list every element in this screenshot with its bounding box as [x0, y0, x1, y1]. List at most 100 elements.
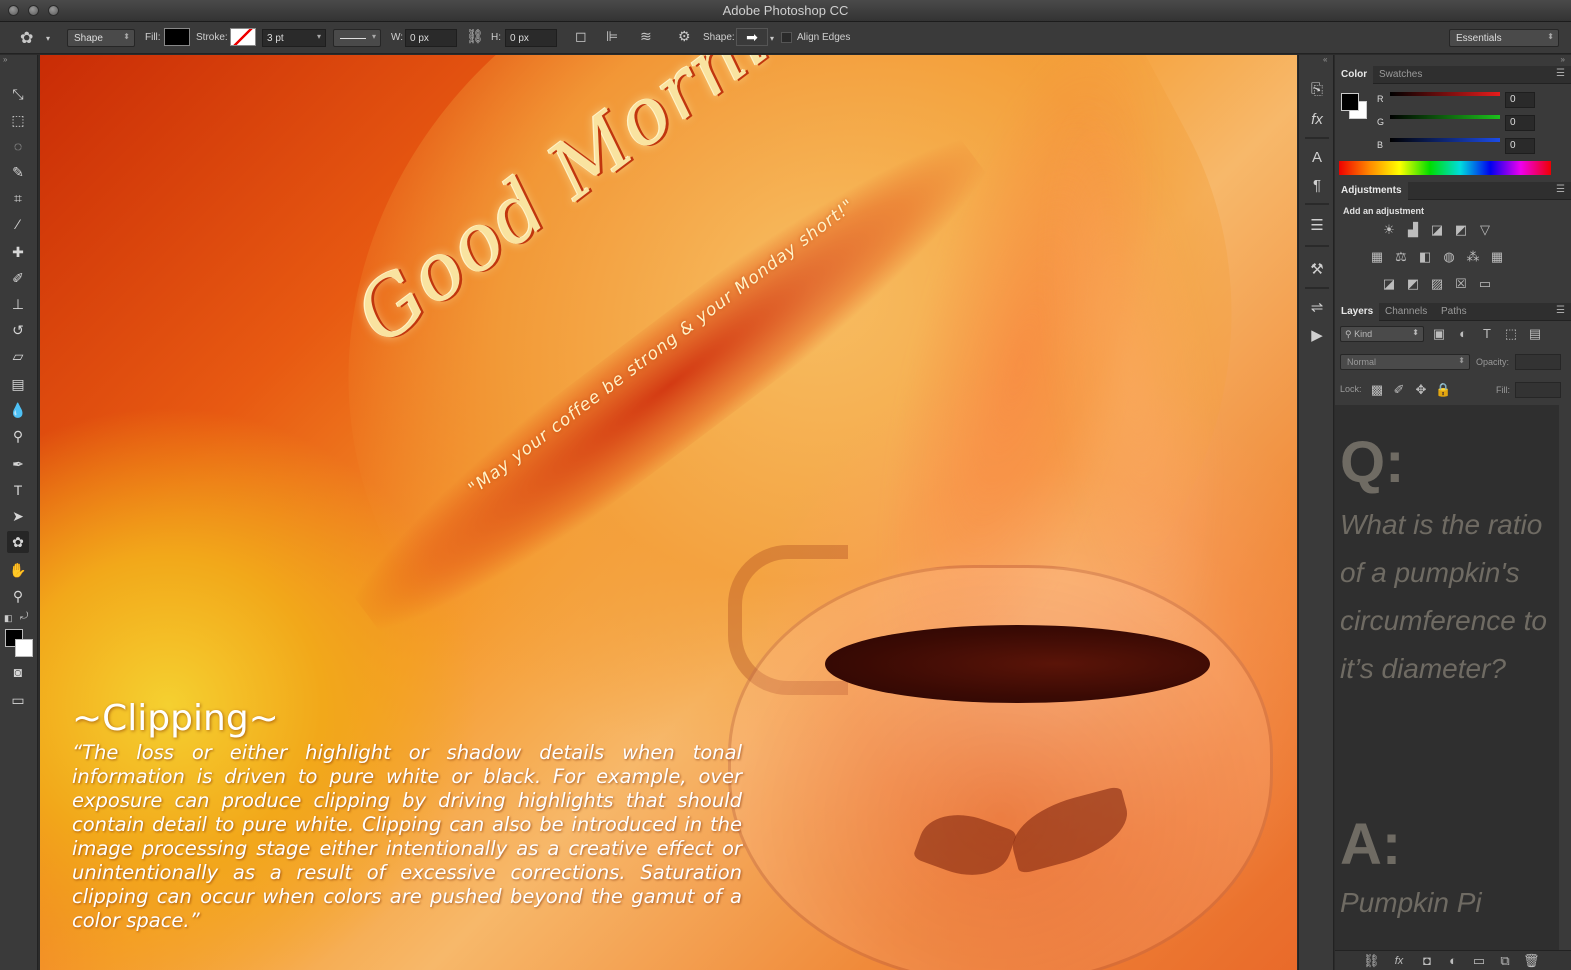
workspace-select[interactable]: Essentials ⬍: [1449, 29, 1559, 47]
color-panel-menu-icon[interactable]: ☰: [1556, 68, 1565, 79]
tab-adjustments[interactable]: Adjustments: [1335, 182, 1408, 200]
color-foreground-swatch[interactable]: [1341, 93, 1359, 111]
zoom-tool-icon[interactable]: ⚲: [7, 585, 29, 607]
pen-tool-icon[interactable]: ✒: [7, 453, 29, 475]
tab-swatches[interactable]: Swatches: [1373, 66, 1428, 84]
character-panel-icon[interactable]: A: [1306, 147, 1328, 169]
layers-panel-menu-icon[interactable]: ☰: [1556, 305, 1565, 316]
link-icon[interactable]: ⛓: [466, 28, 484, 45]
move-tool-icon[interactable]: ⤡: [7, 83, 29, 105]
color-balance-icon[interactable]: ⚖: [1393, 250, 1409, 264]
path-operations-icon[interactable]: ◻: [575, 28, 587, 45]
fill-opacity-field[interactable]: [1515, 382, 1561, 398]
quick-selection-tool-icon[interactable]: ✎: [7, 161, 29, 183]
brush-presets-panel-icon[interactable]: ⚒: [1306, 259, 1328, 281]
styles-panel-icon[interactable]: fx: [1306, 109, 1328, 131]
custom-shape-tool-icon[interactable]: ✿: [7, 531, 29, 553]
invert-icon[interactable]: ◪: [1381, 277, 1397, 291]
gradient-map-icon[interactable]: ▭: [1477, 277, 1493, 291]
eyedropper-tool-icon[interactable]: ⁄: [7, 213, 29, 235]
collapse-panels-icon[interactable]: «: [1323, 55, 1327, 64]
type-tool-icon[interactable]: T: [7, 479, 29, 501]
blend-mode-select[interactable]: Normal ⬍: [1340, 354, 1470, 370]
levels-icon[interactable]: ▟: [1405, 223, 1421, 237]
green-value-field[interactable]: 0: [1505, 115, 1535, 131]
photo-filter-icon[interactable]: ◍: [1441, 250, 1457, 264]
collapse-dock-icon[interactable]: »: [1561, 55, 1565, 64]
new-layer-icon[interactable]: ⧉: [1497, 954, 1513, 968]
adjustments-panel-menu-icon[interactable]: ☰: [1556, 184, 1565, 195]
align-edges-checkbox[interactable]: [781, 32, 792, 43]
preset-picker-arrow-icon[interactable]: ▾: [46, 34, 50, 43]
filter-adjustment-layers-icon[interactable]: ◐: [1455, 327, 1471, 341]
filter-pixel-layers-icon[interactable]: ▣: [1431, 327, 1447, 341]
lock-transparent-pixels-icon[interactable]: ▩: [1369, 383, 1385, 397]
brush-tool-icon[interactable]: ✐: [7, 267, 29, 289]
width-field[interactable]: 0 px: [405, 29, 457, 47]
height-field[interactable]: 0 px: [505, 29, 557, 47]
path-selection-tool-icon[interactable]: ➤: [7, 505, 29, 527]
threshold-icon[interactable]: ▨: [1429, 277, 1445, 291]
new-adjustment-layer-icon[interactable]: ◐: [1445, 954, 1461, 968]
color-lookup-icon[interactable]: ▦: [1489, 250, 1505, 264]
selective-color-icon[interactable]: ☒: [1453, 277, 1469, 291]
layer-list-scrollbar[interactable]: [1559, 405, 1569, 950]
tab-color[interactable]: Color: [1335, 66, 1374, 84]
red-value-field[interactable]: 0: [1505, 92, 1535, 108]
fill-swatch[interactable]: [164, 28, 190, 46]
hand-tool-icon[interactable]: ✋: [7, 559, 29, 581]
history-brush-tool-icon[interactable]: ↺: [7, 319, 29, 341]
path-alignment-icon[interactable]: ⊫: [606, 28, 618, 45]
color-spectrum-bar[interactable]: [1339, 161, 1551, 175]
channel-mixer-icon[interactable]: ⁂: [1465, 250, 1481, 264]
clone-source-panel-icon[interactable]: ⇌: [1306, 297, 1328, 319]
layer-filter-kind-select[interactable]: ⚲ Kind ⬍: [1340, 326, 1424, 342]
new-group-icon[interactable]: ▭: [1471, 954, 1487, 968]
lock-image-pixels-icon[interactable]: ✐: [1391, 383, 1407, 397]
quick-mask-icon[interactable]: ◙: [7, 661, 29, 683]
shape-picker-dropdown-icon[interactable]: ▾: [770, 34, 774, 43]
layer-list[interactable]: Q: What is the ratio of a pumpkin's circ…: [1335, 405, 1561, 950]
curves-icon[interactable]: ◪: [1429, 223, 1445, 237]
dodge-tool-icon[interactable]: ⚲: [7, 425, 29, 447]
stroke-swatch[interactable]: [230, 28, 256, 46]
exposure-icon[interactable]: ◩: [1453, 223, 1469, 237]
actions-panel-icon[interactable]: ▶: [1306, 325, 1328, 347]
brightness-contrast-icon[interactable]: ☀: [1381, 223, 1397, 237]
shape-picker-arrow-icon[interactable]: ➡: [736, 28, 768, 46]
opacity-field[interactable]: [1515, 354, 1561, 370]
gradient-tool-icon[interactable]: ▤: [7, 373, 29, 395]
hue-saturation-icon[interactable]: ▦: [1369, 250, 1385, 264]
path-arrangement-icon[interactable]: ≋: [640, 28, 652, 45]
delete-layer-icon[interactable]: 🗑: [1523, 954, 1540, 968]
blur-tool-icon[interactable]: 💧: [7, 399, 29, 421]
default-colors-icon[interactable]: ◧: [4, 613, 13, 624]
tab-layers[interactable]: Layers: [1335, 303, 1380, 321]
stroke-width-field[interactable]: 3 pt ▾: [262, 29, 326, 47]
blue-slider[interactable]: [1390, 138, 1500, 142]
swap-colors-icon[interactable]: ⤾: [20, 611, 28, 622]
background-color-swatch[interactable]: [15, 639, 33, 657]
green-slider[interactable]: [1390, 115, 1500, 119]
history-panel-icon[interactable]: ⎘: [1306, 79, 1328, 101]
crop-tool-icon[interactable]: ⌗: [7, 187, 29, 209]
vibrance-icon[interactable]: ▽: [1477, 223, 1493, 237]
posterize-icon[interactable]: ◩: [1405, 277, 1421, 291]
marquee-tool-icon[interactable]: ⬚: [7, 109, 29, 131]
tab-channels[interactable]: Channels: [1379, 303, 1433, 321]
screen-mode-icon[interactable]: ▭: [7, 689, 29, 711]
lasso-tool-icon[interactable]: ◌: [7, 135, 29, 157]
paragraph-panel-icon[interactable]: ¶: [1306, 175, 1328, 197]
stroke-type-select[interactable]: ▾: [333, 29, 381, 47]
filter-smart-objects-icon[interactable]: ▤: [1527, 327, 1543, 341]
link-layers-icon[interactable]: ⛓: [1363, 954, 1380, 968]
layer-style-icon[interactable]: fx: [1391, 954, 1407, 968]
red-slider[interactable]: [1390, 92, 1500, 96]
lock-position-icon[interactable]: ✥: [1413, 383, 1429, 397]
clone-stamp-tool-icon[interactable]: ⊥: [7, 293, 29, 315]
black-white-icon[interactable]: ◧: [1417, 250, 1433, 264]
collapse-toolbar-icon[interactable]: »: [3, 55, 7, 64]
healing-brush-tool-icon[interactable]: ✚: [7, 241, 29, 263]
gear-icon[interactable]: ⚙: [678, 28, 691, 45]
custom-shape-tool-preset-icon[interactable]: ✿: [20, 28, 33, 48]
